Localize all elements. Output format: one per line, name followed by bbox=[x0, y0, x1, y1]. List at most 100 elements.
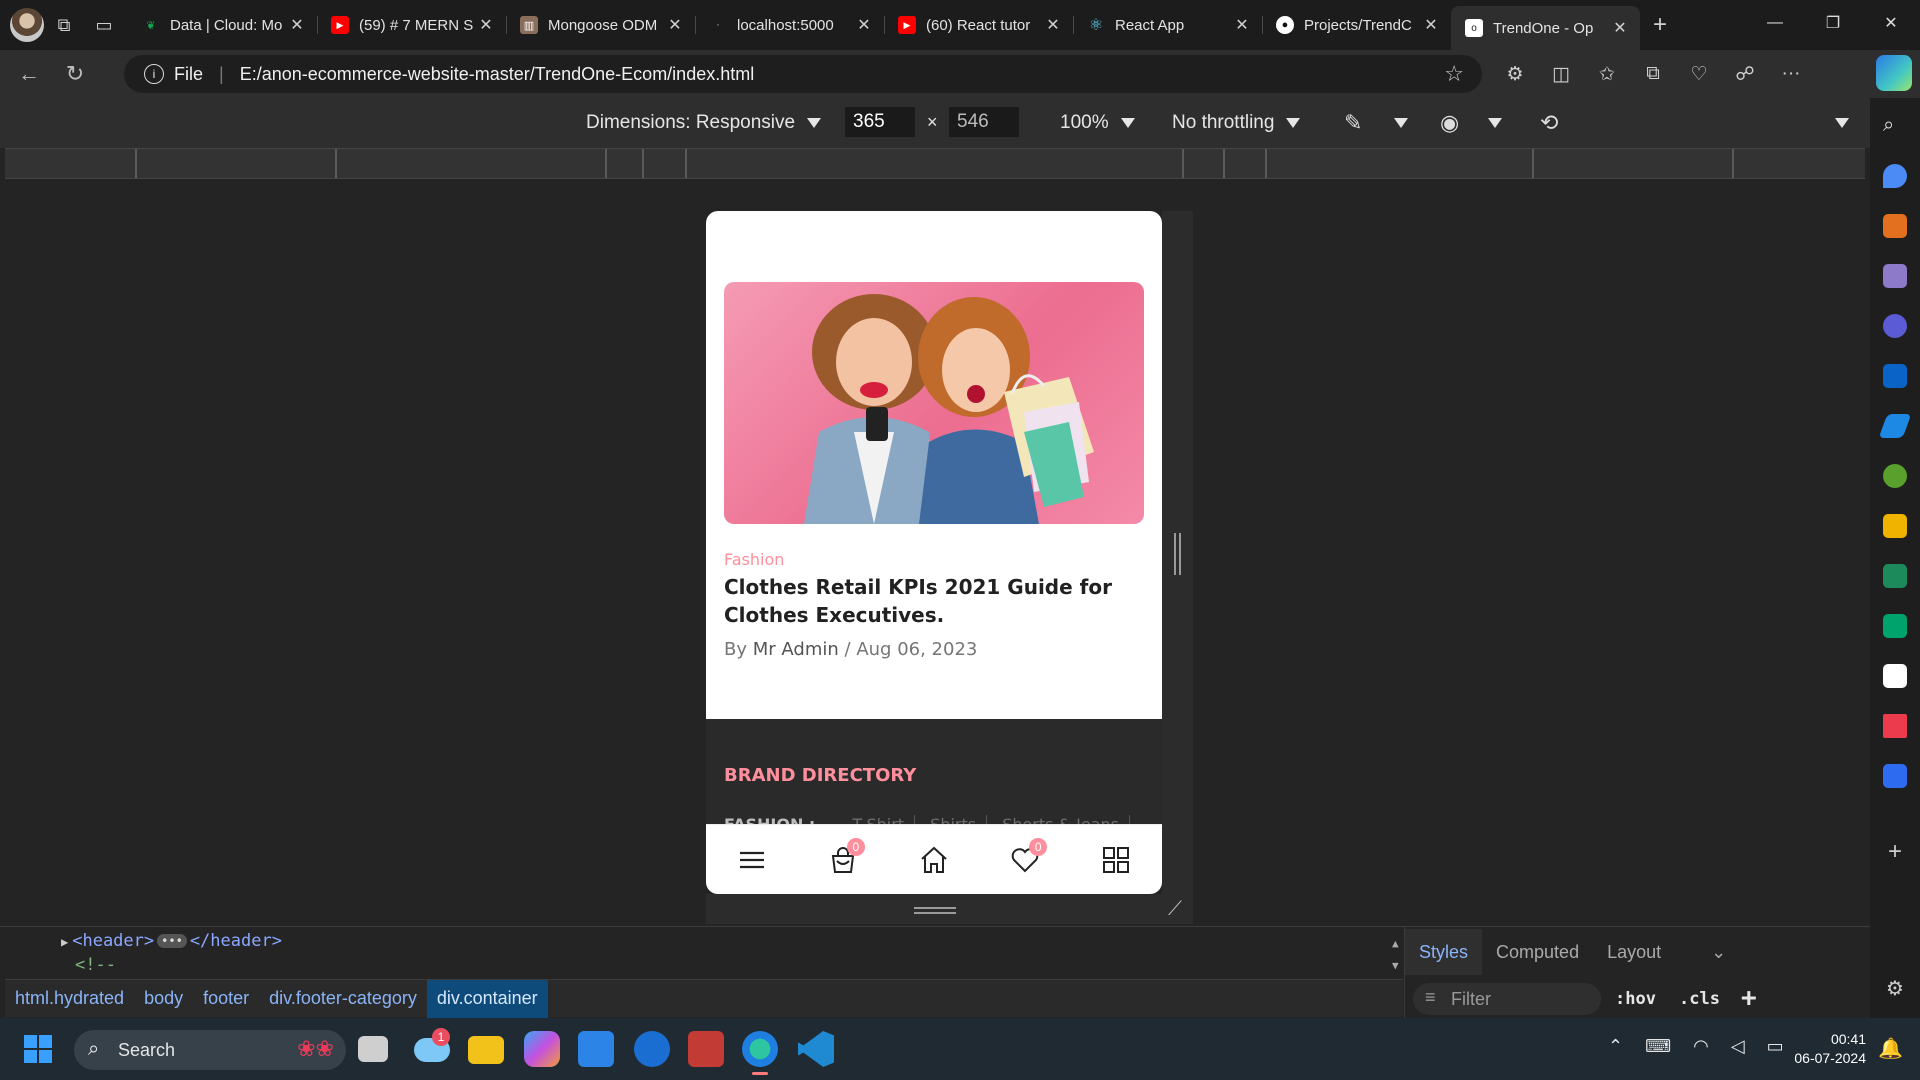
minimize-icon[interactable]: — bbox=[1746, 0, 1804, 46]
throttling-dropdown[interactable]: No throttling bbox=[1172, 112, 1301, 134]
tools-icon[interactable] bbox=[1883, 214, 1907, 238]
keyboard-icon[interactable]: ⌨ bbox=[1645, 1036, 1671, 1057]
tab-styles[interactable]: Styles bbox=[1405, 929, 1483, 975]
more-device-options-icon[interactable] bbox=[1835, 118, 1849, 128]
browser-tab[interactable]: · localhost:5000 ✕ bbox=[695, 6, 884, 44]
dimensions-dropdown[interactable]: Dimensions: Responsive bbox=[586, 112, 822, 134]
tab-computed[interactable]: Computed bbox=[1482, 929, 1593, 975]
breadcrumb-item[interactable]: html.hydrated bbox=[5, 980, 134, 1018]
cart-button[interactable]: 0 bbox=[818, 835, 868, 885]
typing-icon[interactable] bbox=[1883, 714, 1907, 738]
store-icon[interactable] bbox=[578, 1031, 614, 1067]
back-button[interactable]: ← bbox=[6, 54, 52, 94]
games-icon[interactable] bbox=[1883, 264, 1907, 288]
copilot-app-icon[interactable] bbox=[524, 1031, 560, 1067]
browser-essentials-icon[interactable]: ♡ bbox=[1676, 54, 1722, 94]
address-bar[interactable]: i File | E:/anon-ecommerce-website-maste… bbox=[124, 55, 1482, 93]
chevron-down-icon[interactable] bbox=[1394, 118, 1408, 128]
new-style-rule-icon[interactable]: + bbox=[1741, 983, 1757, 1013]
resize-corner-icon[interactable]: ⟋ bbox=[1168, 898, 1182, 921]
breadcrumb-item[interactable]: div.footer-category bbox=[259, 980, 427, 1018]
url-text[interactable]: E:/anon-ecommerce-website-master/TrendOn… bbox=[240, 64, 755, 85]
cls-toggle[interactable]: .cls bbox=[1679, 989, 1720, 1009]
notes-icon[interactable] bbox=[1883, 614, 1907, 638]
profile-avatar[interactable] bbox=[10, 8, 44, 42]
element-comment-node[interactable]: <!-- bbox=[75, 955, 116, 975]
close-tab-icon[interactable]: ✕ bbox=[665, 15, 685, 35]
browser-tab[interactable]: ❦ Data | Cloud: Mo ✕ bbox=[128, 6, 317, 44]
performance-icon[interactable]: ☍ bbox=[1722, 54, 1768, 94]
forms-icon[interactable] bbox=[1883, 764, 1907, 788]
browser-tab[interactable]: ● Projects/TrendC ✕ bbox=[1262, 6, 1451, 44]
new-tab-button[interactable]: + bbox=[1640, 5, 1680, 45]
restore-icon[interactable]: ❐ bbox=[1804, 0, 1862, 46]
blog-banner-image[interactable] bbox=[724, 282, 1144, 524]
split-screen-icon[interactable]: ◫ bbox=[1538, 54, 1584, 94]
blog-category[interactable]: Fashion bbox=[724, 550, 784, 569]
categories-button[interactable] bbox=[1091, 835, 1141, 885]
chevron-down-icon[interactable] bbox=[1488, 118, 1502, 128]
file-explorer-icon[interactable] bbox=[468, 1036, 504, 1064]
menu-button[interactable] bbox=[727, 835, 777, 885]
copilot-icon[interactable] bbox=[1876, 55, 1912, 91]
breadcrumb-item[interactable]: body bbox=[134, 980, 193, 1018]
close-tab-icon[interactable]: ✕ bbox=[476, 15, 496, 35]
collections-icon[interactable]: ⧉ bbox=[1630, 54, 1676, 94]
browser-tab-active[interactable]: o TrendOne - Op ✕ bbox=[1451, 6, 1640, 50]
clock[interactable]: 00:41 06-07-2024 bbox=[1786, 1030, 1866, 1068]
wifi-icon[interactable]: ◠ bbox=[1693, 1036, 1709, 1057]
close-tab-icon[interactable]: ✕ bbox=[1421, 15, 1441, 35]
chevron-up-icon[interactable]: ⌃ bbox=[1608, 1036, 1623, 1057]
width-input[interactable]: 365 bbox=[845, 107, 915, 137]
close-tab-icon[interactable]: ✕ bbox=[1232, 15, 1252, 35]
info-icon[interactable]: i bbox=[144, 64, 164, 84]
add-sidebar-app-icon[interactable]: + bbox=[1883, 838, 1907, 865]
expand-triangle-icon[interactable]: ▶ bbox=[61, 935, 68, 949]
tab-layout[interactable]: Layout bbox=[1593, 929, 1675, 975]
breadcrumb-item[interactable]: footer bbox=[193, 980, 259, 1018]
close-tab-icon[interactable]: ✕ bbox=[287, 15, 307, 35]
tag-icon[interactable] bbox=[1883, 164, 1907, 188]
battery-icon[interactable]: ▭ bbox=[1767, 1036, 1784, 1057]
windows-start-icon[interactable] bbox=[24, 1035, 52, 1063]
hov-toggle[interactable]: :hov bbox=[1615, 989, 1656, 1009]
close-tab-icon[interactable]: ✕ bbox=[854, 15, 874, 35]
resize-handle-bottom[interactable] bbox=[914, 907, 956, 914]
shapes-icon[interactable] bbox=[1883, 664, 1907, 688]
eyedropper-icon[interactable]: ✎ bbox=[1344, 110, 1362, 136]
close-window-icon[interactable]: ✕ bbox=[1862, 0, 1920, 46]
rotate-device-icon[interactable]: ⟲ bbox=[1540, 110, 1558, 136]
close-tab-icon[interactable]: ✕ bbox=[1043, 15, 1063, 35]
microsoft365-icon[interactable] bbox=[1883, 314, 1907, 338]
height-input[interactable]: 546 bbox=[949, 107, 1019, 137]
close-tab-icon[interactable]: ✕ bbox=[1610, 18, 1630, 38]
browser-tab[interactable]: ▶ (59) # 7 MERN S ✕ bbox=[317, 6, 506, 44]
element-header-node[interactable]: ▶ <header> ••• </header> bbox=[61, 931, 282, 951]
more-tabs-chevron-icon[interactable]: ⌄ bbox=[1697, 929, 1740, 975]
vision-deficiency-icon[interactable]: ◉ bbox=[1440, 110, 1459, 136]
wishlist-button[interactable]: 0 bbox=[1000, 835, 1050, 885]
taskbar-search[interactable]: ⌕ Search ❀❀ bbox=[74, 1030, 346, 1070]
browser-tab[interactable]: ▥ Mongoose ODM ✕ bbox=[506, 6, 695, 44]
more-options-icon[interactable]: ··· bbox=[1768, 54, 1814, 94]
mail-icon[interactable] bbox=[634, 1031, 670, 1067]
vertical-tabs-icon[interactable]: ▭ bbox=[84, 5, 124, 45]
vscode-icon[interactable] bbox=[798, 1031, 834, 1067]
workspaces-icon[interactable]: ⧉ bbox=[44, 5, 84, 45]
ellipsis-icon[interactable]: ••• bbox=[157, 934, 187, 948]
browser-tab[interactable]: ▶ (60) React tutor ✕ bbox=[884, 6, 1073, 44]
photos-icon[interactable] bbox=[688, 1031, 724, 1067]
tree-icon[interactable] bbox=[1883, 464, 1907, 488]
styles-filter-input[interactable]: ≡ Filter bbox=[1413, 983, 1601, 1015]
favorites-icon[interactable]: ✩ bbox=[1584, 54, 1630, 94]
extensions-icon[interactable]: ⚙ bbox=[1492, 54, 1538, 94]
notification-bell-icon[interactable]: 🔔 bbox=[1878, 1036, 1903, 1061]
blog-title[interactable]: Clothes Retail KPIs 2021 Guide for Cloth… bbox=[724, 573, 1144, 629]
search-icon[interactable]: ⌕ bbox=[1883, 114, 1907, 138]
task-view-icon[interactable] bbox=[358, 1036, 388, 1062]
favorite-star-icon[interactable]: ☆ bbox=[1444, 61, 1464, 87]
elements-scroll-arrows[interactable]: ▲ ▼ bbox=[1392, 933, 1399, 977]
breadcrumb-item-selected[interactable]: div.container bbox=[426, 979, 548, 1018]
zoom-dropdown[interactable]: 100% bbox=[1060, 112, 1135, 134]
settings-gear-icon[interactable]: ⚙ bbox=[1883, 976, 1907, 1000]
